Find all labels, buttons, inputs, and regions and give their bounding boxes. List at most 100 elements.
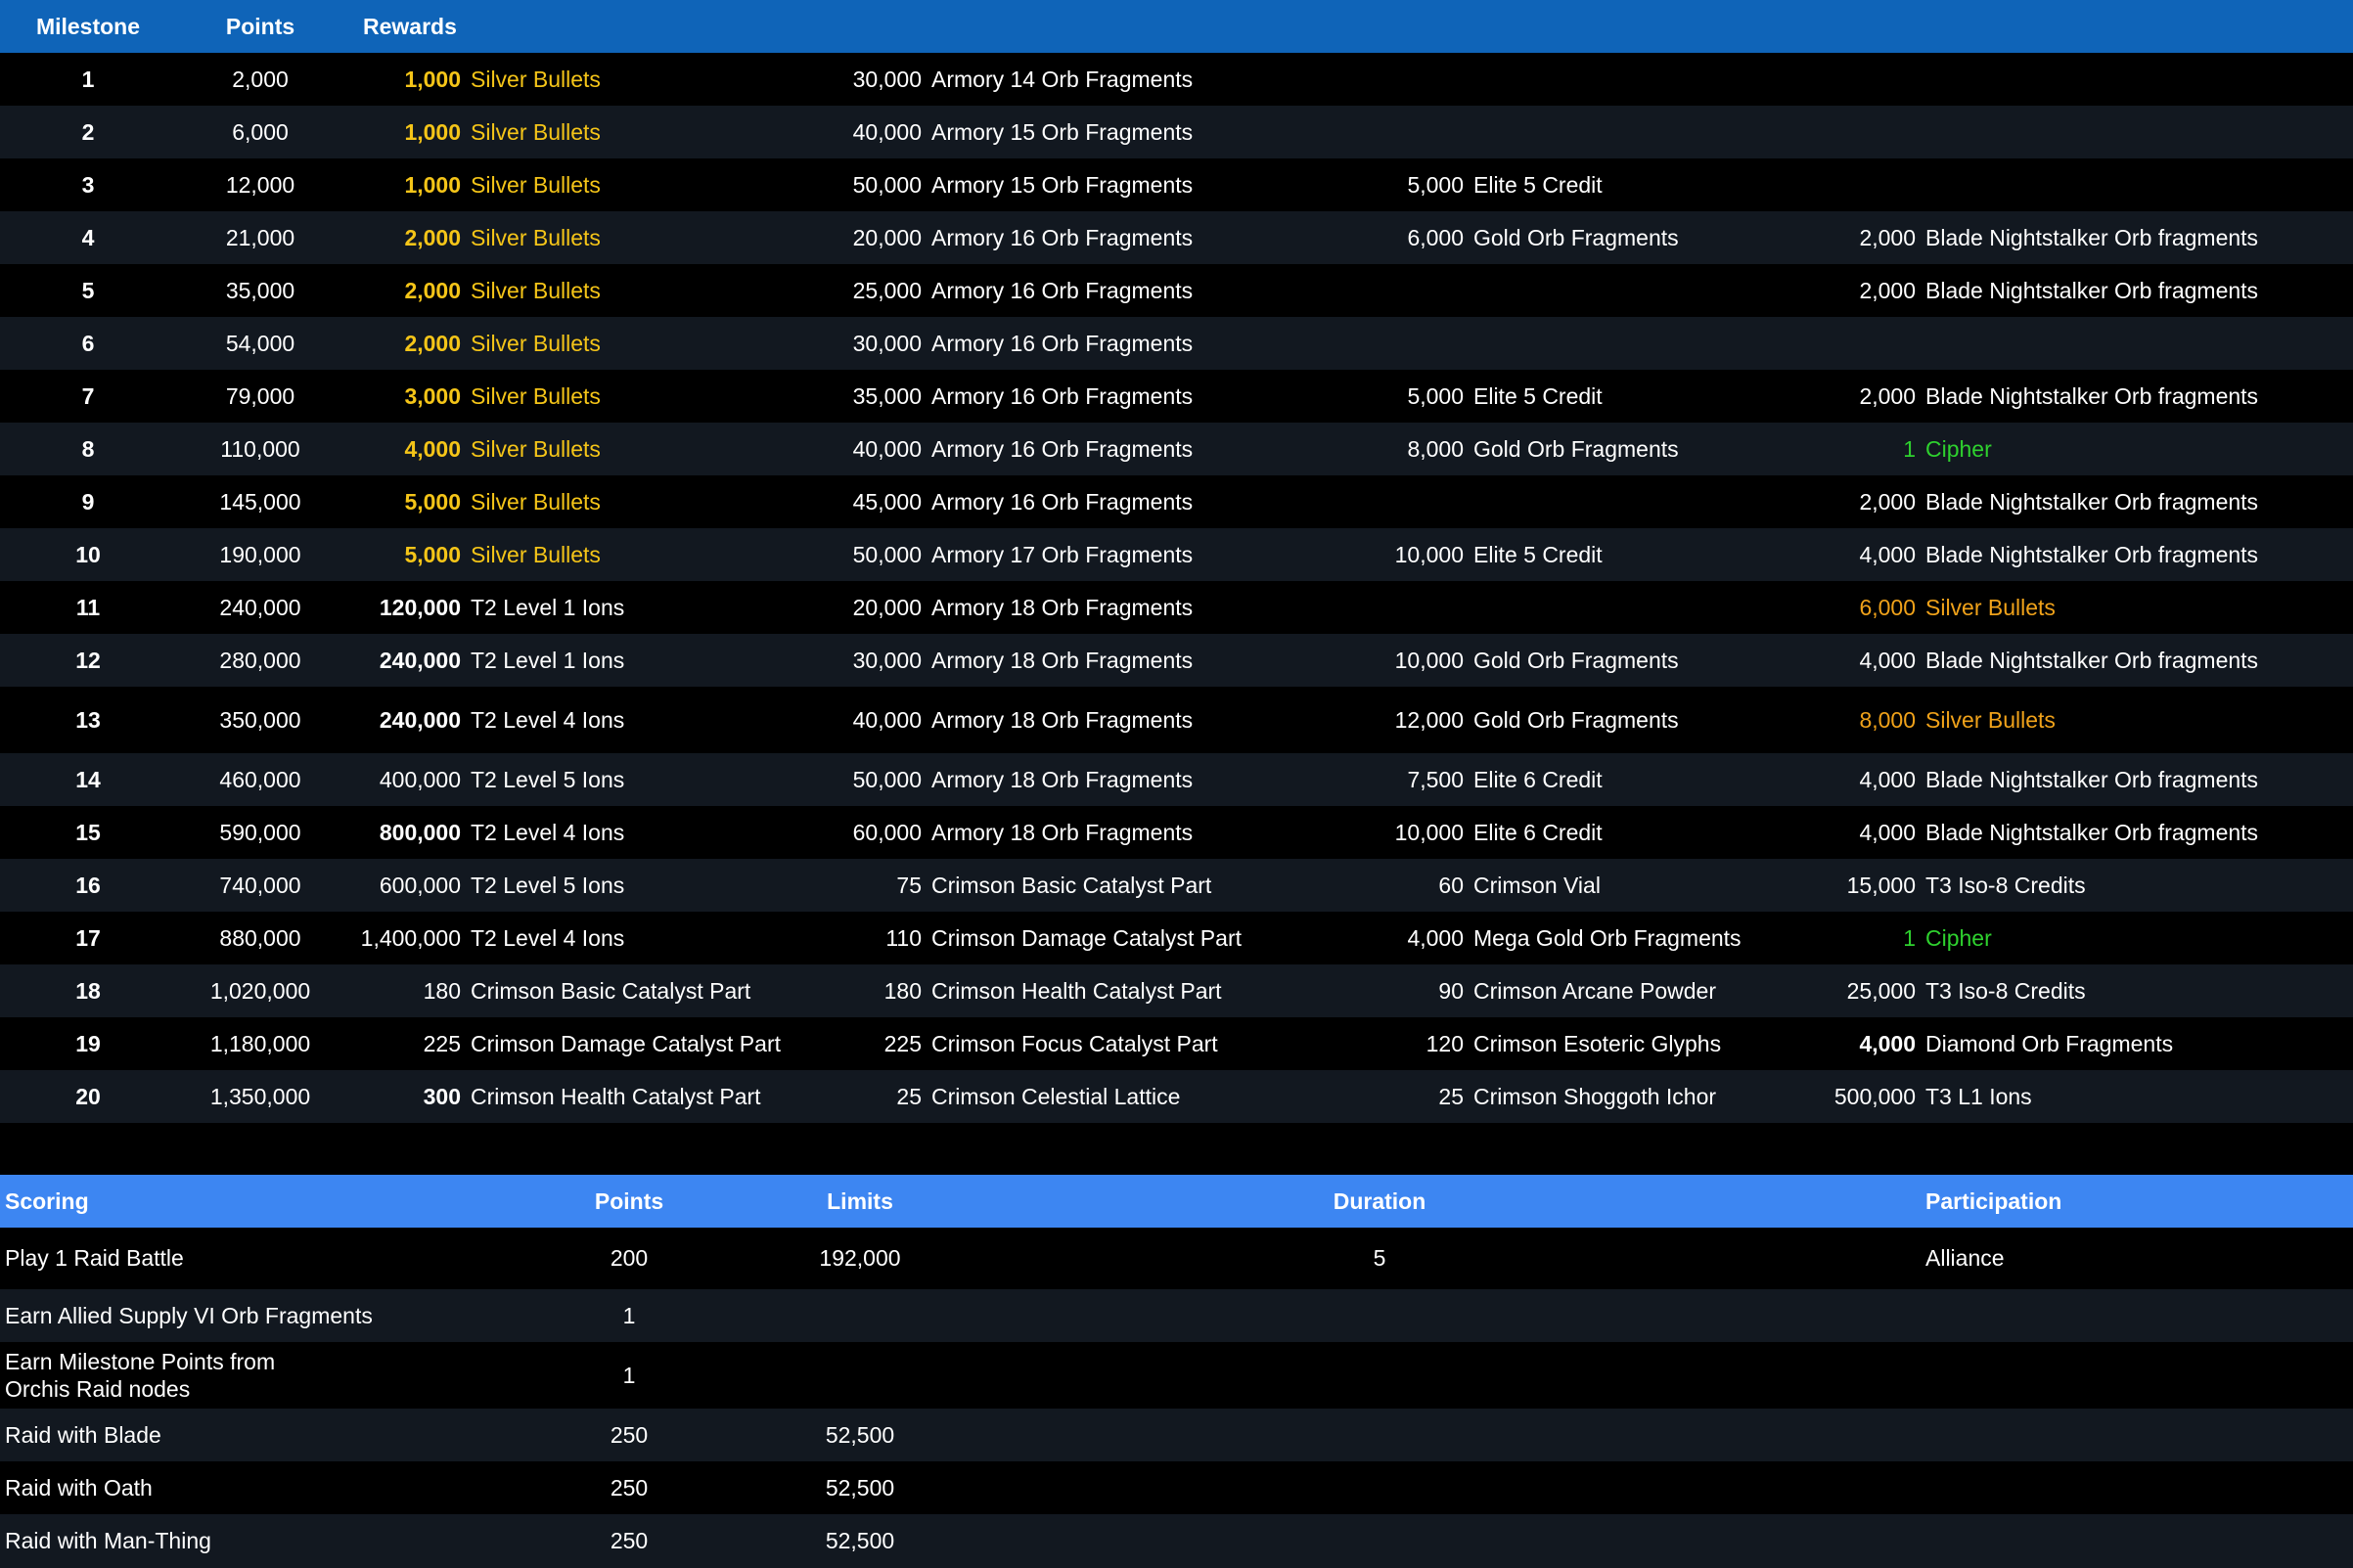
reward-3-name: Gold Orb Fragments: [1473, 225, 1679, 250]
reward-1-amount: 1,000: [404, 172, 461, 198]
milestone-table-header: Milestone Points Rewards: [0, 0, 2353, 53]
milestone-row: 12 280,000 240,000 T2 Level 1 Ions 30,000 Arm…: [0, 634, 2353, 687]
reward-4-amount: 2,000: [1859, 383, 1916, 409]
milestone-number: 14: [75, 767, 101, 792]
reward-1-amount: 600,000: [379, 873, 461, 898]
milestone-row: 5 35,000 2,000 Silver Bullets 25,000 Armory 1…: [0, 264, 2353, 317]
scoring-points: 1: [622, 1363, 636, 1388]
reward-3-name: Gold Orb Fragments: [1473, 648, 1679, 673]
reward-1-amount: 1,000: [404, 67, 461, 92]
scoring-points: 1: [622, 1303, 636, 1328]
reward-3-name: Gold Orb Fragments: [1473, 436, 1679, 462]
reward-2-name: Armory 16 Orb Fragments: [931, 383, 1194, 409]
milestone-points: 1,180,000: [209, 1031, 311, 1056]
milestone-points: 1,350,000: [209, 1084, 311, 1109]
reward-1-name: T2 Level 5 Ions: [471, 873, 625, 898]
reward-4-name: Blade Nightstalker Orb fragments: [1925, 820, 2259, 845]
milestone-points: 35,000: [225, 278, 295, 303]
reward-4-amount: 25,000: [1846, 978, 1916, 1004]
reward-4-amount: 15,000: [1846, 873, 1916, 898]
reward-1-name: Silver Bullets: [471, 225, 601, 250]
milestone-points: 145,000: [219, 489, 301, 515]
milestone-points: 880,000: [219, 925, 301, 951]
milestone-points: 12,000: [225, 172, 295, 198]
reward-1-name: Silver Bullets: [471, 278, 601, 303]
scoring-points: 250: [610, 1475, 649, 1501]
reward-2-amount: 20,000: [852, 225, 922, 250]
scoring-name: Raid with Oath: [5, 1475, 153, 1501]
reward-3-amount: 5,000: [1407, 172, 1464, 198]
header-participation: Participation: [1925, 1188, 2062, 1214]
reward-4-name: Blade Nightstalker Orb fragments: [1925, 648, 2259, 673]
milestone-number: 4: [81, 225, 95, 250]
reward-3-amount: 60: [1438, 873, 1464, 898]
milestone-number: 5: [81, 278, 95, 303]
reward-4-amount: 6,000: [1859, 595, 1916, 620]
reward-4-name: T3 L1 Ions: [1925, 1084, 2032, 1109]
reward-3-amount: 7,500: [1407, 767, 1464, 792]
milestone-row: 8 110,000 4,000 Silver Bullets 40,000 Armory …: [0, 423, 2353, 475]
reward-4-amount: 2,000: [1859, 278, 1916, 303]
reward-1-name: Silver Bullets: [471, 542, 601, 567]
scoring-table-header: Scoring Points Limits Duration Participa…: [0, 1175, 2353, 1228]
scoring-row: Play 1 Raid Battle 200 192,000 5 Alliance: [0, 1228, 2353, 1289]
reward-2-name: Armory 18 Orb Fragments: [931, 767, 1194, 792]
reward-1-amount: 2,000: [404, 225, 461, 250]
reward-1-name: T2 Level 5 Ions: [471, 767, 625, 792]
milestone-points: 110,000: [220, 436, 300, 462]
reward-1-amount: 240,000: [379, 648, 461, 673]
reward-2-name: Armory 18 Orb Fragments: [931, 595, 1194, 620]
reward-2-name: Armory 18 Orb Fragments: [931, 707, 1194, 733]
reward-2-amount: 50,000: [852, 172, 922, 198]
milestone-number: 1: [81, 67, 95, 92]
scoring-row: Earn Milestone Points from Orchis Raid no…: [0, 1342, 2353, 1409]
reward-1-amount: 4,000: [404, 436, 461, 462]
reward-4-amount: 4,000: [1859, 767, 1916, 792]
reward-3-name: Elite 5 Credit: [1473, 172, 1603, 198]
reward-1-name: Silver Bullets: [471, 383, 601, 409]
reward-2-amount: 180: [883, 978, 922, 1004]
reward-2-amount: 35,000: [852, 383, 922, 409]
header-points: Points: [225, 14, 295, 39]
reward-1-amount: 120,000: [379, 595, 461, 620]
milestone-points: 54,000: [225, 331, 295, 356]
reward-1-name: Silver Bullets: [471, 489, 601, 515]
reward-2-amount: 50,000: [852, 767, 922, 792]
scoring-row: Earn Allied Supply VI Orb Fragments 1: [0, 1289, 2353, 1342]
reward-2-name: Armory 18 Orb Fragments: [931, 820, 1194, 845]
scoring-name-line: Earn Milestone Points from: [5, 1349, 276, 1374]
reward-3-name: Elite 6 Credit: [1473, 767, 1603, 792]
reward-3-amount: 8,000: [1407, 436, 1464, 462]
milestone-points: 79,000: [225, 383, 295, 409]
milestone-number: 15: [75, 820, 101, 845]
reward-2-name: Crimson Basic Catalyst Part: [931, 873, 1212, 898]
scoring-participation: Alliance: [1925, 1245, 2005, 1271]
milestone-points: 240,000: [219, 595, 301, 620]
milestone-points: 350,000: [219, 707, 301, 733]
milestone-row: 10 190,000 5,000 Silver Bullets 50,000 Armory…: [0, 528, 2353, 581]
milestone-number: 20: [75, 1084, 101, 1109]
reward-2-amount: 30,000: [852, 648, 922, 673]
scoring-name: Raid with Blade: [5, 1422, 161, 1448]
header-duration: Duration: [1333, 1188, 1426, 1214]
reward-3-amount: 25: [1438, 1084, 1464, 1109]
reward-1-amount: 5,000: [404, 542, 461, 567]
reward-4-amount: 4,000: [1859, 542, 1916, 567]
scoring-row: Raid with Man-Thing 250 52,500: [0, 1514, 2353, 1568]
milestone-row: 1 2,000 1,000 Silver Bullets 30,000 Armory 14…: [0, 53, 2353, 106]
header-milestone: Milestone: [35, 14, 141, 39]
reward-4-name: Blade Nightstalker Orb fragments: [1925, 489, 2259, 515]
reward-1-name: T2 Level 4 Ions: [471, 820, 625, 845]
milestone-row: 13 350,000 240,000 T2 Level 4 Ions 40,000 Arm…: [0, 687, 2353, 753]
reward-2-name: Armory 16 Orb Fragments: [931, 331, 1194, 356]
milestone-points: 1,020,000: [209, 978, 311, 1004]
reward-4-amount: 500,000: [1833, 1084, 1916, 1109]
milestone-points: 590,000: [219, 820, 301, 845]
scoring-name: Play 1 Raid Battle: [5, 1245, 184, 1271]
milestone-row: 7 79,000 3,000 Silver Bullets 35,000 Armory 1…: [0, 370, 2353, 423]
reward-2-amount: 75: [896, 873, 922, 898]
reward-3-name: Mega Gold Orb Fragments: [1473, 925, 1742, 951]
reward-3-amount: 10,000: [1394, 648, 1464, 673]
reward-2-name: Armory 15 Orb Fragments: [931, 119, 1194, 145]
reward-1-amount: 225: [423, 1031, 461, 1056]
